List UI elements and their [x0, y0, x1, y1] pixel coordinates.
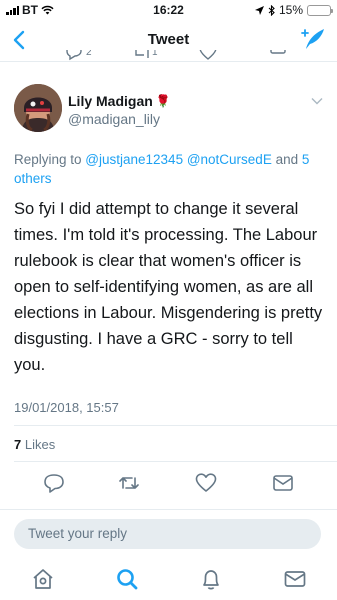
divider: [14, 425, 337, 426]
dm-icon[interactable]: [268, 50, 288, 62]
bluetooth-icon: [268, 4, 275, 16]
tweet-author: Lily Madigan 🌹 @madigan_lily: [14, 84, 324, 136]
previous-tweet-actions: 2 1: [0, 50, 337, 64]
reply-icon[interactable]: [64, 50, 84, 62]
reply-users-link[interactable]: @justjane12345 @notCursedE: [85, 152, 272, 167]
messages-icon[interactable]: [282, 566, 308, 592]
tweet-actions: [0, 471, 337, 497]
battery-percent: 15%: [278, 3, 303, 17]
home-icon[interactable]: [30, 566, 56, 592]
display-name-text: Lily Madigan: [68, 93, 153, 109]
previous-retweet-count: 1: [152, 50, 158, 58]
battery-icon: [307, 4, 333, 16]
display-name[interactable]: Lily Madigan 🌹: [68, 93, 171, 109]
replying-to-and: and: [271, 152, 302, 167]
location-icon: [254, 5, 264, 15]
likes-count[interactable]: 7 Likes: [14, 437, 55, 452]
tab-bar: [0, 558, 337, 600]
rose-emoji: 🌹: [155, 94, 171, 108]
status-right: 15%: [254, 3, 333, 17]
like-icon[interactable]: [194, 471, 218, 495]
author-handle[interactable]: @madigan_lily: [68, 111, 160, 127]
reply-icon[interactable]: [42, 471, 66, 495]
status-bar: BT 16:22 15%: [0, 0, 337, 20]
like-icon[interactable]: [198, 50, 218, 62]
like-count-label: Likes: [24, 437, 56, 452]
search-icon[interactable]: [114, 566, 140, 592]
tweet-timestamp: 19/01/2018, 15:57: [14, 400, 119, 415]
replying-to: Replying to @justjane12345 @notCursedE a…: [14, 150, 324, 188]
divider: [14, 461, 337, 462]
avatar[interactable]: [14, 84, 62, 132]
divider: [0, 509, 337, 510]
retweet-icon[interactable]: [117, 471, 141, 495]
tweet-text: So fyi I did attempt to change it severa…: [14, 200, 323, 374]
replying-to-prefix: Replying to: [14, 152, 86, 167]
reply-input[interactable]: Tweet your reply: [14, 519, 321, 549]
page-title: Tweet: [147, 31, 190, 48]
retweet-icon[interactable]: [132, 50, 152, 62]
previous-reply-count: 2: [86, 50, 92, 58]
caret-down-icon[interactable]: [310, 94, 324, 108]
dm-icon[interactable]: [271, 471, 295, 495]
compose-icon[interactable]: [301, 26, 327, 52]
like-count-number: 7: [14, 437, 22, 452]
notifications-icon[interactable]: [198, 566, 224, 592]
